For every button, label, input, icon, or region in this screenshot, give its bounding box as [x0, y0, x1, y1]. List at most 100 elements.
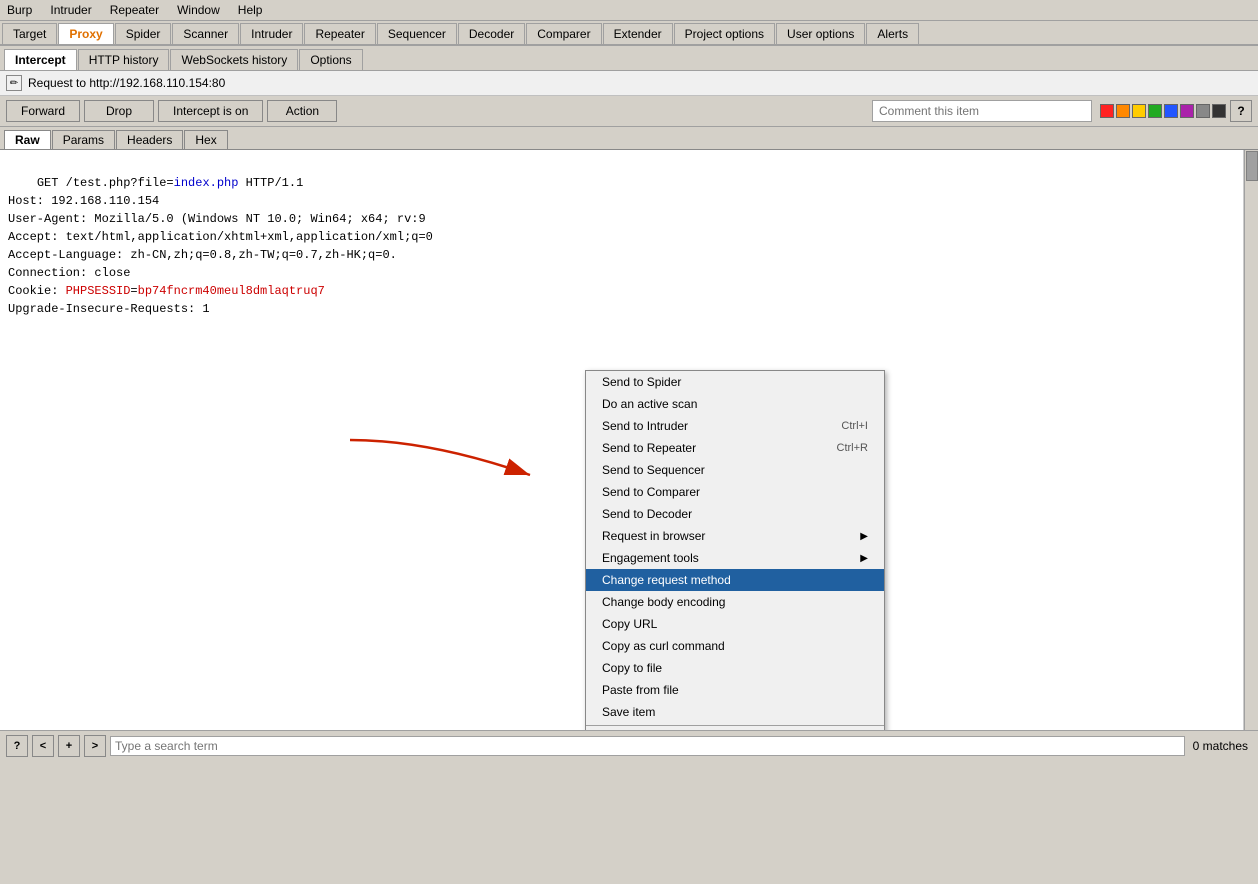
- bottom-bar: ? < + > 0 matches: [0, 730, 1258, 761]
- cookie-val: bp74fncrm40meul8dmlaqtruq7: [138, 284, 325, 298]
- color-dot-red[interactable]: [1100, 104, 1114, 118]
- ctx-send-decoder[interactable]: Send to Decoder: [586, 503, 884, 525]
- ctx-label-copy-url: Copy URL: [602, 617, 657, 631]
- content-tab-bar: Raw Params Headers Hex: [0, 127, 1258, 150]
- ctx-send-intruder[interactable]: Send to Intruder Ctrl+I: [586, 415, 884, 437]
- ctx-save-item[interactable]: Save item: [586, 701, 884, 723]
- cookie-key: PHPSESSID: [66, 284, 131, 298]
- ctx-copy-file[interactable]: Copy to file: [586, 657, 884, 679]
- scrollbar[interactable]: [1244, 150, 1258, 730]
- forward-button[interactable]: Forward: [6, 100, 80, 122]
- request-info-text: Request to http://192.168.110.154:80: [28, 76, 225, 90]
- pencil-icon: ✏: [6, 75, 22, 91]
- ctx-arrow-browser: ▶: [860, 531, 868, 542]
- content-tab-headers[interactable]: Headers: [116, 130, 183, 149]
- tab-repeater[interactable]: Repeater: [304, 23, 375, 44]
- color-dot-green[interactable]: [1148, 104, 1162, 118]
- subtab-options[interactable]: Options: [299, 49, 362, 70]
- ctx-change-body-encoding[interactable]: Change body encoding: [586, 591, 884, 613]
- content-tab-raw[interactable]: Raw: [4, 130, 51, 149]
- menu-window[interactable]: Window: [174, 2, 223, 18]
- ctx-copy-curl[interactable]: Copy as curl command: [586, 635, 884, 657]
- action-button[interactable]: Action: [267, 100, 337, 122]
- main-tab-bar: Target Proxy Spider Scanner Intruder Rep…: [0, 21, 1258, 46]
- ctx-send-comparer[interactable]: Send to Comparer: [586, 481, 884, 503]
- color-dot-yellow[interactable]: [1132, 104, 1146, 118]
- ctx-request-browser[interactable]: Request in browser ▶: [586, 525, 884, 547]
- ctx-label-save-item: Save item: [602, 705, 655, 719]
- tab-scanner[interactable]: Scanner: [172, 23, 239, 44]
- ctx-shortcut-repeater: Ctrl+R: [837, 442, 868, 454]
- tab-proxy[interactable]: Proxy: [58, 23, 113, 44]
- ctx-copy-url[interactable]: Copy URL: [586, 613, 884, 635]
- ctx-send-sequencer[interactable]: Send to Sequencer: [586, 459, 884, 481]
- ctx-label-copy-file: Copy to file: [602, 661, 662, 675]
- request-info-bar: ✏ Request to http://192.168.110.154:80: [0, 71, 1258, 96]
- request-line6: Connection: close: [8, 266, 130, 280]
- search-input[interactable]: [110, 736, 1185, 756]
- menu-help[interactable]: Help: [235, 2, 266, 18]
- request-line5: Accept-Language: zh-CN,zh;q=0.8,zh-TW;q=…: [8, 248, 397, 262]
- tab-user-options[interactable]: User options: [776, 23, 865, 44]
- request-line3: User-Agent: Mozilla/5.0 (Windows NT 10.0…: [8, 212, 426, 226]
- ctx-dont-intercept[interactable]: Don't intercept requests ▶: [586, 728, 884, 730]
- color-dot-gray[interactable]: [1196, 104, 1210, 118]
- tab-decoder[interactable]: Decoder: [458, 23, 525, 44]
- subtab-http-history[interactable]: HTTP history: [78, 49, 170, 70]
- help-bottom-button[interactable]: ?: [6, 735, 28, 757]
- action-toolbar: Forward Drop Intercept is on Action ?: [0, 96, 1258, 127]
- color-dots: [1100, 104, 1226, 118]
- ctx-label-copy-curl: Copy as curl command: [602, 639, 725, 653]
- content-area: GET /test.php?file=index.php HTTP/1.1 Ho…: [0, 150, 1258, 730]
- color-dot-dark[interactable]: [1212, 104, 1226, 118]
- subtab-intercept[interactable]: Intercept: [4, 49, 77, 70]
- prev-button[interactable]: <: [32, 735, 54, 757]
- color-dot-orange[interactable]: [1116, 104, 1130, 118]
- tab-intruder[interactable]: Intruder: [240, 23, 303, 44]
- ctx-label-change-body-encoding: Change body encoding: [602, 595, 725, 609]
- ctx-label-send-comparer: Send to Comparer: [602, 485, 700, 499]
- ctx-active-scan[interactable]: Do an active scan: [586, 393, 884, 415]
- ctx-engagement-tools[interactable]: Engagement tools ▶: [586, 547, 884, 569]
- ctx-paste-file[interactable]: Paste from file: [586, 679, 884, 701]
- ctx-arrow-engagement: ▶: [860, 553, 868, 564]
- request-line2: Host: 192.168.110.154: [8, 194, 159, 208]
- tab-sequencer[interactable]: Sequencer: [377, 23, 457, 44]
- color-dot-blue[interactable]: [1164, 104, 1178, 118]
- add-button[interactable]: +: [58, 735, 80, 757]
- menu-repeater[interactable]: Repeater: [107, 2, 162, 18]
- ctx-change-request-method[interactable]: Change request method: [586, 569, 884, 591]
- tab-project-options[interactable]: Project options: [674, 23, 775, 44]
- tab-alerts[interactable]: Alerts: [866, 23, 919, 44]
- tab-comparer[interactable]: Comparer: [526, 23, 601, 44]
- ctx-send-spider[interactable]: Send to Spider: [586, 371, 884, 393]
- request-line8: Upgrade-Insecure-Requests: 1: [8, 302, 210, 316]
- drop-button[interactable]: Drop: [84, 100, 154, 122]
- menu-burp[interactable]: Burp: [4, 2, 35, 18]
- subtab-websockets-history[interactable]: WebSockets history: [170, 49, 298, 70]
- ctx-label-engagement-tools: Engagement tools: [602, 551, 699, 565]
- request-line4: Accept: text/html,application/xhtml+xml,…: [8, 230, 433, 244]
- ctx-label-change-request-method: Change request method: [602, 573, 731, 587]
- content-tab-params[interactable]: Params: [52, 130, 115, 149]
- tab-target[interactable]: Target: [2, 23, 57, 44]
- request-line1: GET /test.php?file=index.php HTTP/1.1: [37, 176, 303, 190]
- intercept-button[interactable]: Intercept is on: [158, 100, 263, 122]
- scrollbar-thumb[interactable]: [1246, 151, 1258, 181]
- ctx-label-request-browser: Request in browser: [602, 529, 705, 543]
- next-button[interactable]: >: [84, 735, 106, 757]
- help-button[interactable]: ?: [1230, 100, 1252, 122]
- ctx-send-repeater[interactable]: Send to Repeater Ctrl+R: [586, 437, 884, 459]
- ctx-label-send-repeater: Send to Repeater: [602, 441, 696, 455]
- tab-spider[interactable]: Spider: [115, 23, 172, 44]
- match-count: 0 matches: [1189, 739, 1252, 753]
- tab-extender[interactable]: Extender: [603, 23, 673, 44]
- content-tab-hex[interactable]: Hex: [184, 130, 227, 149]
- ctx-label-send-decoder: Send to Decoder: [602, 507, 692, 521]
- menu-intruder[interactable]: Intruder: [47, 2, 94, 18]
- color-dot-purple[interactable]: [1180, 104, 1194, 118]
- request-line7: Cookie: PHPSESSID=bp74fncrm40meul8dmlaqt…: [8, 284, 325, 298]
- comment-input[interactable]: [872, 100, 1092, 122]
- ctx-label-send-intruder: Send to Intruder: [602, 419, 688, 433]
- highlight-filename: index.php: [174, 176, 239, 190]
